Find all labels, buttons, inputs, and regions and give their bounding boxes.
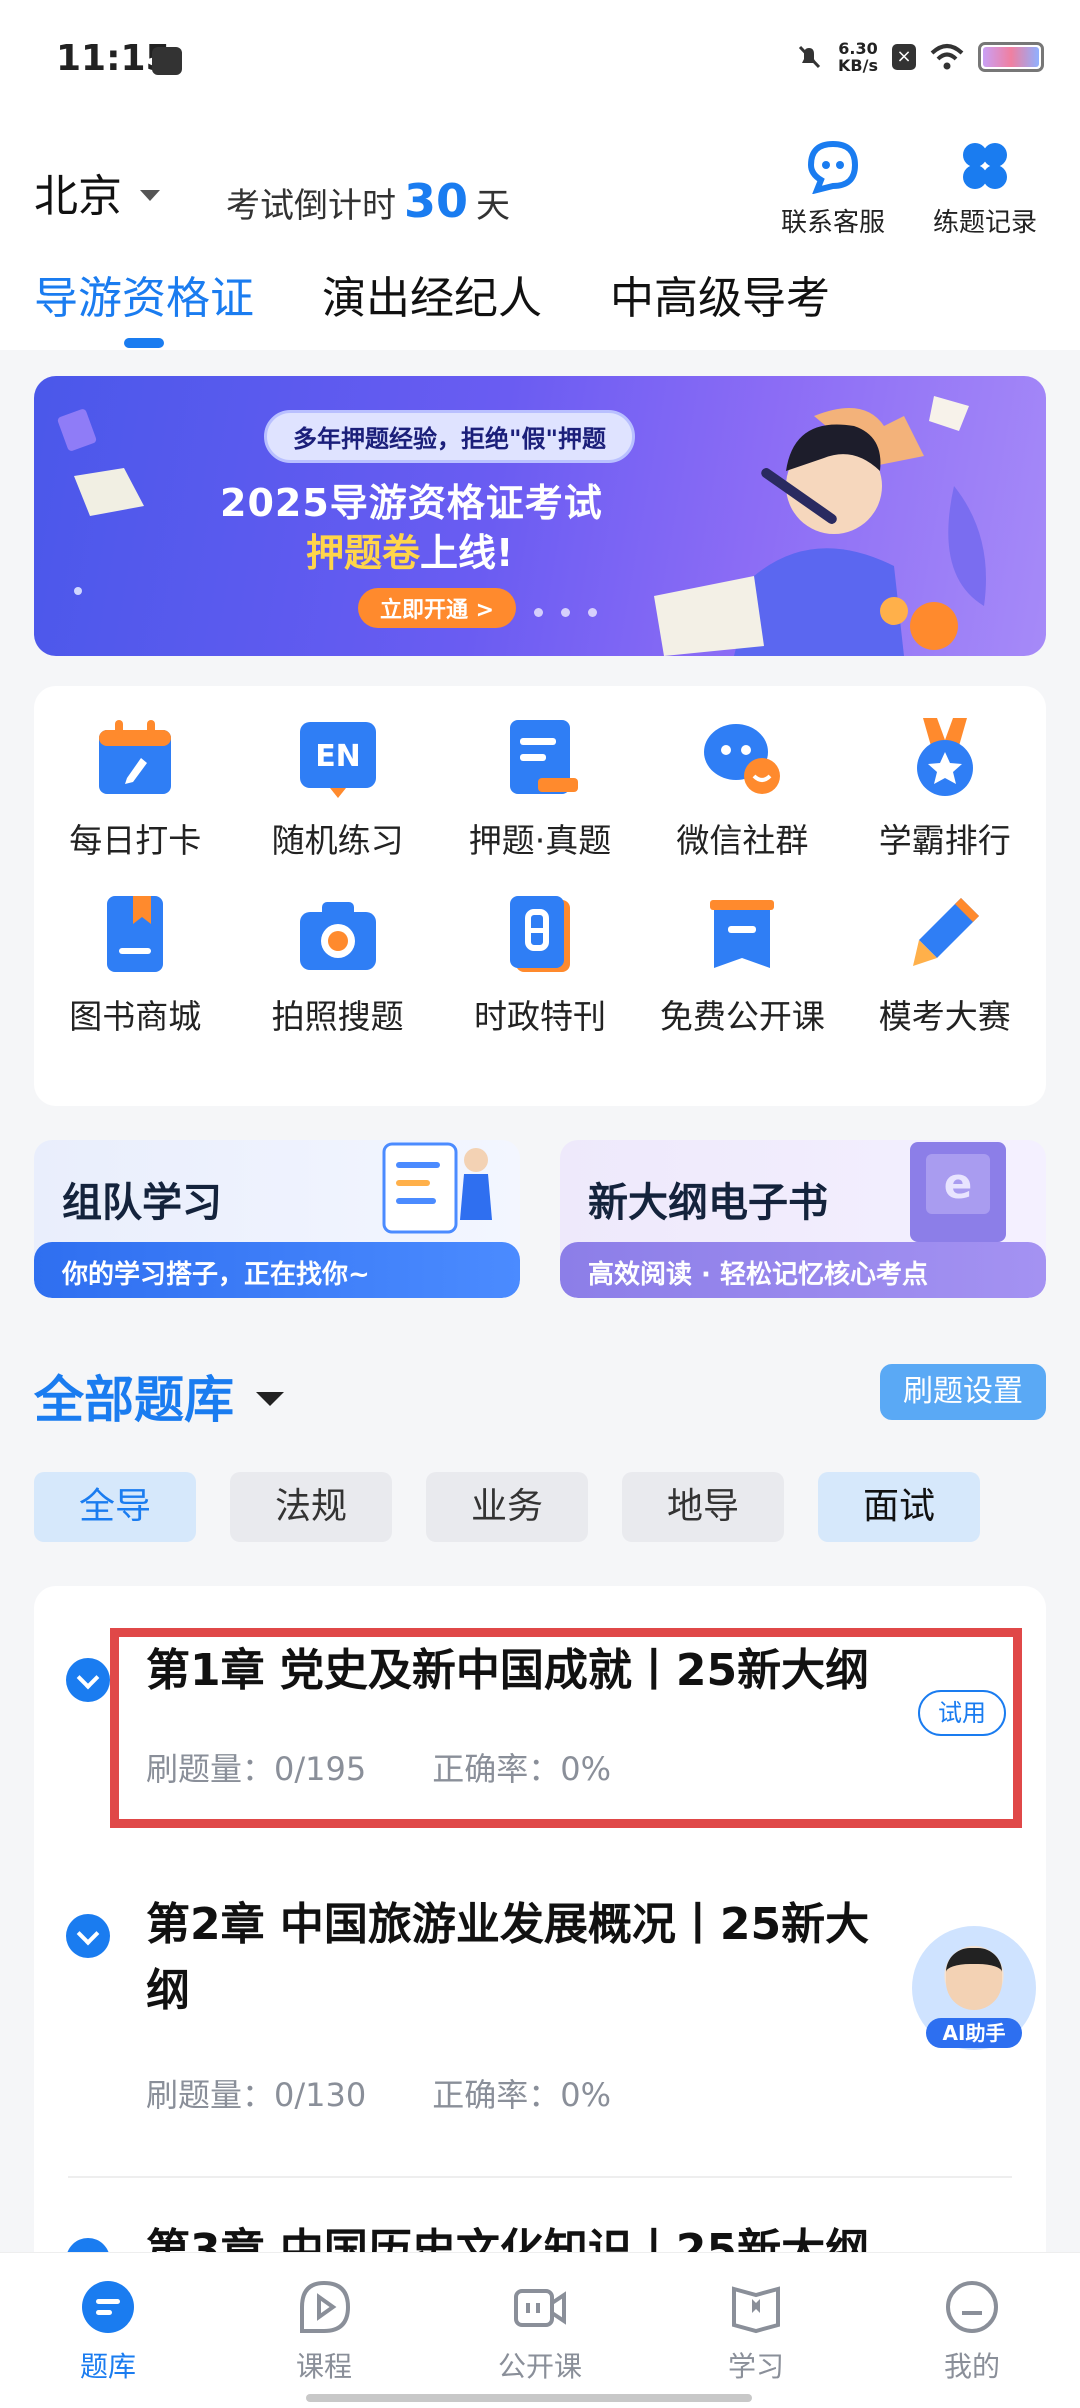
contact-support-button[interactable]: 联系客服 bbox=[768, 138, 898, 239]
team-study-title: 组队学习 bbox=[62, 1180, 222, 1226]
open-book-icon bbox=[732, 2286, 780, 2334]
clover-icon bbox=[963, 143, 1007, 189]
exam-tabs: 导游资格证 演出经纪人 中高级导考 bbox=[34, 262, 830, 348]
chapter-title: 第2章 中国旅游业发展概况丨25新大纲 bbox=[146, 1899, 870, 2016]
book-store-button[interactable]: 图书商城 bbox=[34, 892, 236, 1038]
study-plan-illustration bbox=[382, 1142, 492, 1234]
home-indicator bbox=[306, 2394, 752, 2402]
sim-x-icon: × bbox=[892, 44, 916, 70]
svg-text:e: e bbox=[944, 1159, 973, 1208]
current-affairs-button[interactable]: 时政特刊 bbox=[439, 892, 641, 1038]
ebook-subtitle: 高效阅读 · 轻松记忆核心考点 bbox=[560, 1242, 1046, 1298]
tab-performance-agent[interactable]: 演出经纪人 bbox=[322, 262, 542, 348]
medal-icon bbox=[916, 718, 973, 796]
city-label: 北京 bbox=[34, 171, 122, 222]
new-syllabus-ebook-card[interactable]: e 新大纲电子书 高效阅读 · 轻松记忆核心考点 bbox=[560, 1140, 1046, 1298]
team-study-card[interactable]: 组队学习 你的学习搭子，正在找你~ bbox=[34, 1140, 520, 1298]
city-selector[interactable]: 北京 bbox=[34, 160, 160, 224]
predicted-real-exams-button[interactable]: 押题·真题 bbox=[439, 716, 641, 862]
feature-grid-card: 每日打卡 EN 随机练习 押题·真题 微信社群 学霸排行 图书商城 拍照搜题 时… bbox=[34, 686, 1046, 1106]
tab-advanced-guide[interactable]: 中高级导考 bbox=[610, 262, 830, 348]
daily-checkin-button[interactable]: 每日打卡 bbox=[34, 716, 236, 862]
wifi-icon bbox=[930, 44, 964, 70]
svg-text:EN: EN bbox=[315, 739, 361, 774]
practice-settings-button[interactable]: 刷题设置 bbox=[880, 1364, 1046, 1420]
top-student-ranking-button[interactable]: 学霸排行 bbox=[844, 716, 1046, 862]
ebook-title: 新大纲电子书 bbox=[588, 1180, 828, 1226]
filter-local-guide[interactable]: 地导 bbox=[622, 1472, 784, 1542]
camera-icon bbox=[299, 902, 376, 970]
chevron-down-icon bbox=[256, 1392, 284, 1406]
feature-grid: 每日打卡 EN 随机练习 押题·真题 微信社群 学霸排行 图书商城 拍照搜题 时… bbox=[34, 686, 1046, 1038]
nav-study[interactable]: 学习 bbox=[648, 2253, 864, 2408]
practice-records-label: 练题记录 bbox=[932, 208, 1037, 238]
countdown-days: 30 bbox=[404, 174, 469, 228]
video-camera-icon bbox=[514, 2289, 566, 2327]
highlight-box bbox=[110, 1628, 1022, 1828]
nav-courses[interactable]: 课程 bbox=[216, 2253, 432, 2408]
nav-question-bank[interactable]: 题库 bbox=[0, 2253, 216, 2408]
pencil-icon bbox=[912, 898, 979, 966]
profile-icon bbox=[946, 2281, 998, 2333]
filter-regulations[interactable]: 法规 bbox=[230, 1472, 392, 1542]
document-icon bbox=[509, 720, 578, 794]
practice-records-button[interactable]: 练题记录 bbox=[920, 138, 1050, 239]
divider bbox=[68, 2176, 1012, 2178]
ai-assistant-button[interactable]: AI助手 bbox=[912, 1926, 1036, 2050]
journal-icon bbox=[509, 896, 570, 972]
mock-exam-contest-button[interactable]: 模考大赛 bbox=[844, 892, 1046, 1038]
header: 北京 考试倒计时 30 天 联系客服 练题记录 导游资格证 演出经纪人 中高级导… bbox=[0, 130, 1080, 350]
en-icon: EN bbox=[299, 722, 376, 798]
bank-title-label: 全部题库 bbox=[34, 1371, 234, 1429]
chevron-down-icon bbox=[140, 189, 160, 201]
all-question-banks-dropdown[interactable]: 全部题库 bbox=[34, 1360, 284, 1432]
calendar-icon bbox=[99, 720, 172, 794]
play-video-icon bbox=[300, 2280, 351, 2333]
filter-business[interactable]: 业务 bbox=[426, 1472, 588, 1542]
expand-chevron-icon[interactable] bbox=[66, 1914, 110, 1958]
banner-open-button[interactable]: 立即开通 > bbox=[358, 588, 517, 628]
tv-icon bbox=[710, 900, 775, 968]
filter-all-guide[interactable]: 全导 bbox=[34, 1472, 196, 1542]
random-practice-button[interactable]: EN 随机练习 bbox=[236, 716, 438, 862]
status-bar: 11:15 6.30 KB/s × bbox=[0, 0, 1080, 130]
promo-banner[interactable]: 多年押题经验，拒绝"假"押题 2025导游资格证考试 押题卷上线! 立即开通 > bbox=[34, 376, 1046, 656]
support-chat-icon bbox=[807, 140, 859, 194]
wechat-group-button[interactable]: 微信社群 bbox=[641, 716, 843, 862]
exam-countdown: 考试倒计时 30 天 bbox=[226, 174, 511, 228]
ai-avatar-icon bbox=[946, 1948, 1002, 2010]
bank-filter-chips: 全导 法规 业务 地导 面试 bbox=[34, 1472, 980, 1542]
banner-title: 2025导游资格证考试 bbox=[220, 481, 603, 525]
banner-bubble: 多年押题经验，拒绝"假"押题 bbox=[264, 410, 636, 463]
bottom-navigation: 题库 课程 公开课 学习 我的 bbox=[0, 2252, 1080, 2408]
chapter-stats: 刷题量：0/130 正确率：0% bbox=[146, 2070, 611, 2116]
question-bank-icon bbox=[82, 2281, 134, 2333]
photo-search-button[interactable]: 拍照搜题 bbox=[236, 892, 438, 1038]
free-open-course-button[interactable]: 免费公开课 bbox=[641, 892, 843, 1038]
contact-support-label: 联系客服 bbox=[780, 208, 885, 238]
nav-profile[interactable]: 我的 bbox=[864, 2253, 1080, 2408]
ebook-icon: e bbox=[910, 1142, 1006, 1242]
nav-open-course[interactable]: 公开课 bbox=[432, 2253, 648, 2408]
tab-tour-guide[interactable]: 导游资格证 bbox=[34, 262, 254, 348]
book-icon bbox=[107, 896, 164, 972]
banner-pagination bbox=[534, 608, 597, 617]
practice-count: 刷题量：0/130 bbox=[146, 2076, 367, 2114]
status-icons: 6.30 KB/s × bbox=[794, 40, 1044, 74]
banner-subtitle: 押题卷上线! bbox=[306, 531, 514, 575]
ai-assistant-label: AI助手 bbox=[926, 2018, 1022, 2048]
network-speed: 6.30 KB/s bbox=[838, 39, 878, 75]
expand-chevron-icon[interactable] bbox=[66, 1658, 110, 1702]
app-page: 11:15 6.30 KB/s × 北京 考试倒计时 30 天 联系客服 练题记… bbox=[0, 0, 1080, 2408]
wechat-icon bbox=[704, 724, 781, 794]
mute-bell-icon bbox=[798, 45, 821, 69]
team-study-subtitle: 你的学习搭子，正在找你~ bbox=[34, 1242, 520, 1298]
accuracy-rate: 正确率：0% bbox=[432, 2076, 612, 2114]
message-notification-icon bbox=[152, 47, 182, 75]
filter-interview[interactable]: 面试 bbox=[818, 1472, 980, 1542]
battery-icon bbox=[978, 42, 1044, 72]
